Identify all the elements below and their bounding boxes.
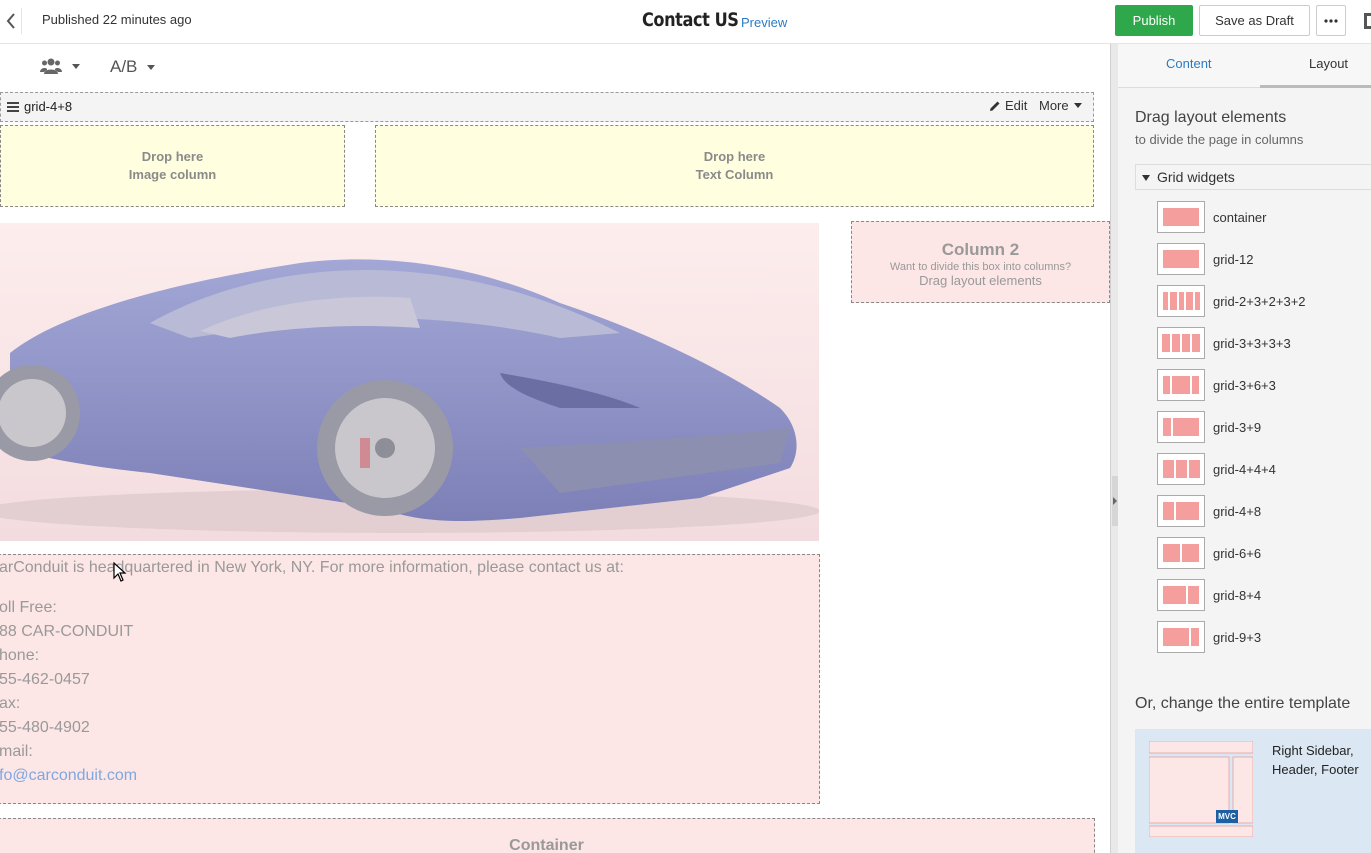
- contact-intro: arConduit is headquartered in New York, …: [0, 559, 624, 576]
- grid-widgets-section[interactable]: Grid widgets: [1135, 164, 1371, 190]
- widget-label: grid-3+6+3: [1213, 377, 1276, 393]
- container-placeholder[interactable]: Container: [0, 818, 1095, 853]
- widget-grid-3-9[interactable]: grid-3+9: [1157, 411, 1261, 443]
- contact-line: 55-462-0457: [0, 671, 90, 688]
- panel-heading: Drag layout elements: [1135, 109, 1287, 126]
- column-2-title: Column 2: [941, 240, 1020, 259]
- panel-toggle-icon[interactable]: [1364, 13, 1371, 29]
- widget-label: grid-2+3+2+3+2: [1213, 293, 1306, 309]
- container-icon: [1157, 201, 1205, 233]
- chevron-down-icon: [1073, 103, 1082, 108]
- pencil-icon: [990, 101, 1000, 111]
- grid-4-4-4-icon: [1157, 453, 1205, 485]
- widget-grid-4-8[interactable]: grid-4+8: [1157, 495, 1261, 527]
- drop-zone-label: Drop here: [703, 149, 766, 164]
- widget-label: grid-9+3: [1213, 629, 1262, 645]
- widget-grid-8-4[interactable]: grid-8+4: [1157, 579, 1261, 611]
- widget-grid-4-4-4[interactable]: grid-4+4+4: [1157, 453, 1276, 485]
- grid-4-8-icon: [1157, 495, 1205, 527]
- edit-button[interactable]: Edit: [989, 98, 1027, 113]
- widget-label: grid-3+9: [1213, 419, 1262, 435]
- more-label: More: [1039, 98, 1069, 113]
- panel-splitter[interactable]: [1110, 44, 1118, 853]
- widget-label: container: [1213, 209, 1267, 225]
- column-2-hint: Drag layout elements: [919, 273, 1042, 288]
- editor-toolbar: A/B: [0, 44, 1118, 90]
- grid-widget-name: grid-4+8: [24, 99, 73, 114]
- ab-label: A/B: [110, 57, 138, 76]
- mvc-badge: MVC: [1216, 810, 1238, 823]
- users-icon: [40, 58, 62, 74]
- ellipsis-icon: [1324, 18, 1338, 23]
- chevron-down-icon: [72, 63, 80, 69]
- edit-label: Edit: [1005, 98, 1028, 113]
- collapse-triangle-icon: [1142, 175, 1150, 181]
- page-title: Contact US: [642, 9, 739, 31]
- tab-layout[interactable]: Layout: [1309, 56, 1348, 71]
- column-2-subtitle: Want to divide this box into columns?: [889, 261, 1072, 273]
- widget-label: grid-6+6: [1213, 545, 1262, 561]
- grid-12-icon: [1157, 243, 1205, 275]
- grid-3-6-3-icon: [1157, 369, 1205, 401]
- contact-info-block[interactable]: arConduit is headquartered in New York, …: [0, 554, 820, 804]
- widget-grid-3-6-3[interactable]: grid-3+6+3: [1157, 369, 1276, 401]
- grid-6-6-icon: [1157, 537, 1205, 569]
- tab-content[interactable]: Content: [1166, 56, 1212, 71]
- panel-subheading: to divide the page in columns: [1135, 132, 1304, 147]
- grid-widget-header[interactable]: grid-4+8 Edit More: [0, 92, 1094, 122]
- template-card[interactable]: MVC Right Sidebar, Header, Footer: [1135, 729, 1371, 853]
- more-options-button[interactable]: [1316, 5, 1346, 36]
- widget-grid-9-3[interactable]: grid-9+3: [1157, 621, 1261, 653]
- chevron-down-icon: [147, 64, 156, 70]
- back-icon[interactable]: [0, 8, 22, 34]
- grid-3-3-3-3-icon: [1157, 327, 1205, 359]
- car-image[interactable]: [0, 223, 819, 541]
- grid-8-4-icon: [1157, 579, 1205, 611]
- grid-2-3-2-3-2-icon: [1157, 285, 1205, 317]
- active-tab-indicator: [1260, 85, 1371, 88]
- column-2-placeholder[interactable]: Column 2 Want to divide this box into co…: [851, 221, 1110, 303]
- widget-label: grid-3+3+3+3: [1213, 335, 1291, 351]
- template-label: Right Sidebar, Header, Footer: [1272, 743, 1359, 777]
- contact-line: oll Free:: [0, 599, 57, 616]
- chevron-right-icon: [1113, 497, 1117, 505]
- panel-tabs: Content Layout: [1118, 44, 1371, 88]
- layout-panel: Content Layout Drag layout elements to d…: [1118, 44, 1371, 853]
- persona-dropdown[interactable]: [40, 58, 80, 74]
- page-canvas: grid-4+8 Edit More Drop here Image colum…: [0, 90, 1110, 853]
- ab-test-dropdown[interactable]: A/B: [110, 57, 156, 77]
- template-heading: Or, change the entire template: [1135, 695, 1351, 712]
- widget-label: grid-4+8: [1213, 503, 1262, 519]
- widget-grid-3-3-3-3[interactable]: grid-3+3+3+3: [1157, 327, 1291, 359]
- more-dropdown[interactable]: More: [1039, 98, 1082, 113]
- top-bar: Published 22 minutes ago Contact US Prev…: [0, 0, 1371, 44]
- widget-grid-12[interactable]: grid-12: [1157, 243, 1253, 275]
- contact-line: 55-480-4902: [0, 719, 90, 736]
- widget-label: grid-12: [1213, 251, 1254, 267]
- widget-label: grid-4+4+4: [1213, 461, 1276, 477]
- drop-zone-text-column[interactable]: Drop here Text Column: [375, 125, 1094, 207]
- drop-zone-label: Drop here: [141, 149, 204, 164]
- grid-3-9-icon: [1157, 411, 1205, 443]
- contact-line: 88 CAR-CONDUIT: [0, 623, 134, 640]
- drop-zone-image-column[interactable]: Drop here Image column: [0, 125, 345, 207]
- grid-9-3-icon: [1157, 621, 1205, 653]
- email-link[interactable]: fo@carconduit.com: [0, 764, 137, 788]
- preview-link[interactable]: Preview: [741, 15, 787, 30]
- mouse-cursor-icon: [113, 562, 127, 582]
- drop-zone-label: Text Column: [695, 167, 774, 182]
- save-draft-button[interactable]: Save as Draft: [1199, 5, 1310, 36]
- widget-container[interactable]: container: [1157, 201, 1266, 233]
- widget-grid-2-3-2-3-2[interactable]: grid-2+3+2+3+2: [1157, 285, 1306, 317]
- publish-button[interactable]: Publish: [1115, 5, 1193, 36]
- publish-status: Published 22 minutes ago: [42, 12, 192, 27]
- drag-handle-icon[interactable]: [7, 102, 19, 112]
- section-label: Grid widgets: [1157, 169, 1235, 185]
- drop-zone-label: Image column: [128, 167, 217, 182]
- contact-line: hone:: [0, 647, 40, 664]
- widget-grid-6-6[interactable]: grid-6+6: [1157, 537, 1261, 569]
- contact-line: ax:: [0, 695, 21, 712]
- contact-line: mail:: [0, 743, 33, 760]
- widget-label: grid-8+4: [1213, 587, 1262, 603]
